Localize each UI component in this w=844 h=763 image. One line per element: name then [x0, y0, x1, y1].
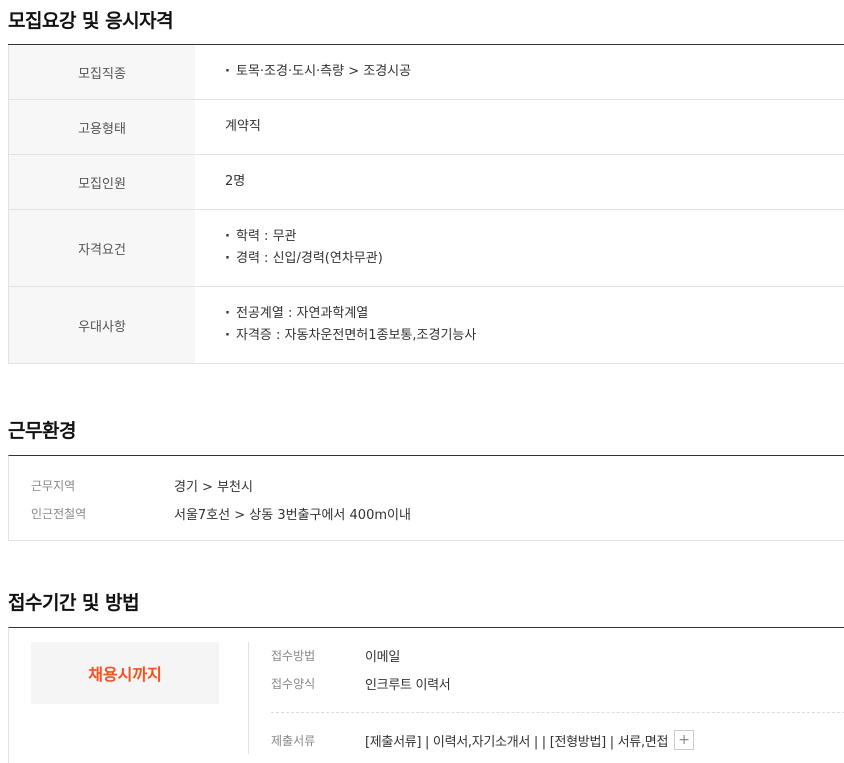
location-value: 경기 > 부천시	[174, 479, 253, 495]
docs-value: [제출서류] | 이력서,자기소개서 | | [전형방법] | 서류,면접	[365, 734, 669, 750]
job-type-value: 토목·조경·도시·측량 > 조경시공	[225, 61, 844, 83]
station-label: 인근전철역	[31, 506, 87, 521]
environment-box: 근무지역 경기 > 부천시 인근전철역 서울7호선 > 상동 3번출구에서 40…	[8, 455, 844, 541]
major-preference: 전공계열 : 자연과학계열	[225, 303, 844, 325]
location-label: 근무지역	[31, 478, 76, 493]
divider	[271, 712, 844, 713]
deadline-badge: 채용시까지	[31, 642, 219, 704]
employment-label: 고용형태	[8, 100, 195, 154]
table-row: 고용형태 계약직	[8, 100, 844, 155]
headcount-value: 2명	[225, 174, 246, 189]
list-item: 접수양식 인크루트 이력서	[271, 672, 451, 694]
requirements-table: 모집직종 토목·조경·도시·측량 > 조경시공 고용형태 계약직 모집인원 2명…	[8, 44, 844, 364]
employment-value: 계약직	[225, 119, 261, 134]
table-row: 우대사항 전공계열 : 자연과학계열 자격증 : 자동차운전면허1종보통,조경기…	[8, 287, 844, 364]
headcount-label: 모집인원	[8, 155, 195, 209]
table-row: 모집인원 2명	[8, 155, 844, 210]
table-row: 자격요건 학력 : 무관 경력 : 신입/경력(연차무관)	[8, 210, 844, 287]
license-preference: 자격증 : 자동차운전면허1종보통,조경기능사	[225, 325, 844, 347]
list-item: 근무지역 경기 > 부천시	[9, 471, 844, 499]
education-requirement: 학력 : 무관	[225, 226, 844, 248]
list-item: 제출서류 [제출서류] | 이력서,자기소개서 | | [전형방법] | 서류,…	[271, 729, 695, 751]
form-label: 접수양식	[271, 676, 316, 691]
expand-docs-button[interactable]: +	[674, 730, 695, 750]
method-value: 이메일	[365, 649, 400, 665]
docs-label: 제출서류	[271, 733, 316, 748]
list-item: 접수방법 이메일	[271, 644, 400, 666]
environment-title: 근무환경	[8, 420, 76, 442]
application-box: 채용시까지 접수방법 이메일 접수양식 인크루트 이력서 제출서류 [제출서류]…	[8, 627, 844, 763]
preference-label: 우대사항	[8, 287, 195, 363]
qualification-label: 자격요건	[8, 210, 195, 286]
experience-requirement: 경력 : 신입/경력(연차무관)	[225, 248, 844, 270]
requirements-title: 모집요강 및 응시자격	[8, 10, 174, 32]
list-item: 인근전철역 서울7호선 > 상동 3번출구에서 400m이내	[9, 499, 844, 527]
divider	[248, 642, 249, 754]
form-value: 인크루트 이력서	[365, 677, 451, 693]
station-value: 서울7호선 > 상동 3번출구에서 400m이내	[174, 507, 411, 523]
table-row: 모집직종 토목·조경·도시·측량 > 조경시공	[8, 45, 844, 100]
job-type-label: 모집직종	[8, 45, 195, 99]
application-title: 접수기간 및 방법	[8, 592, 140, 614]
method-label: 접수방법	[271, 648, 316, 663]
